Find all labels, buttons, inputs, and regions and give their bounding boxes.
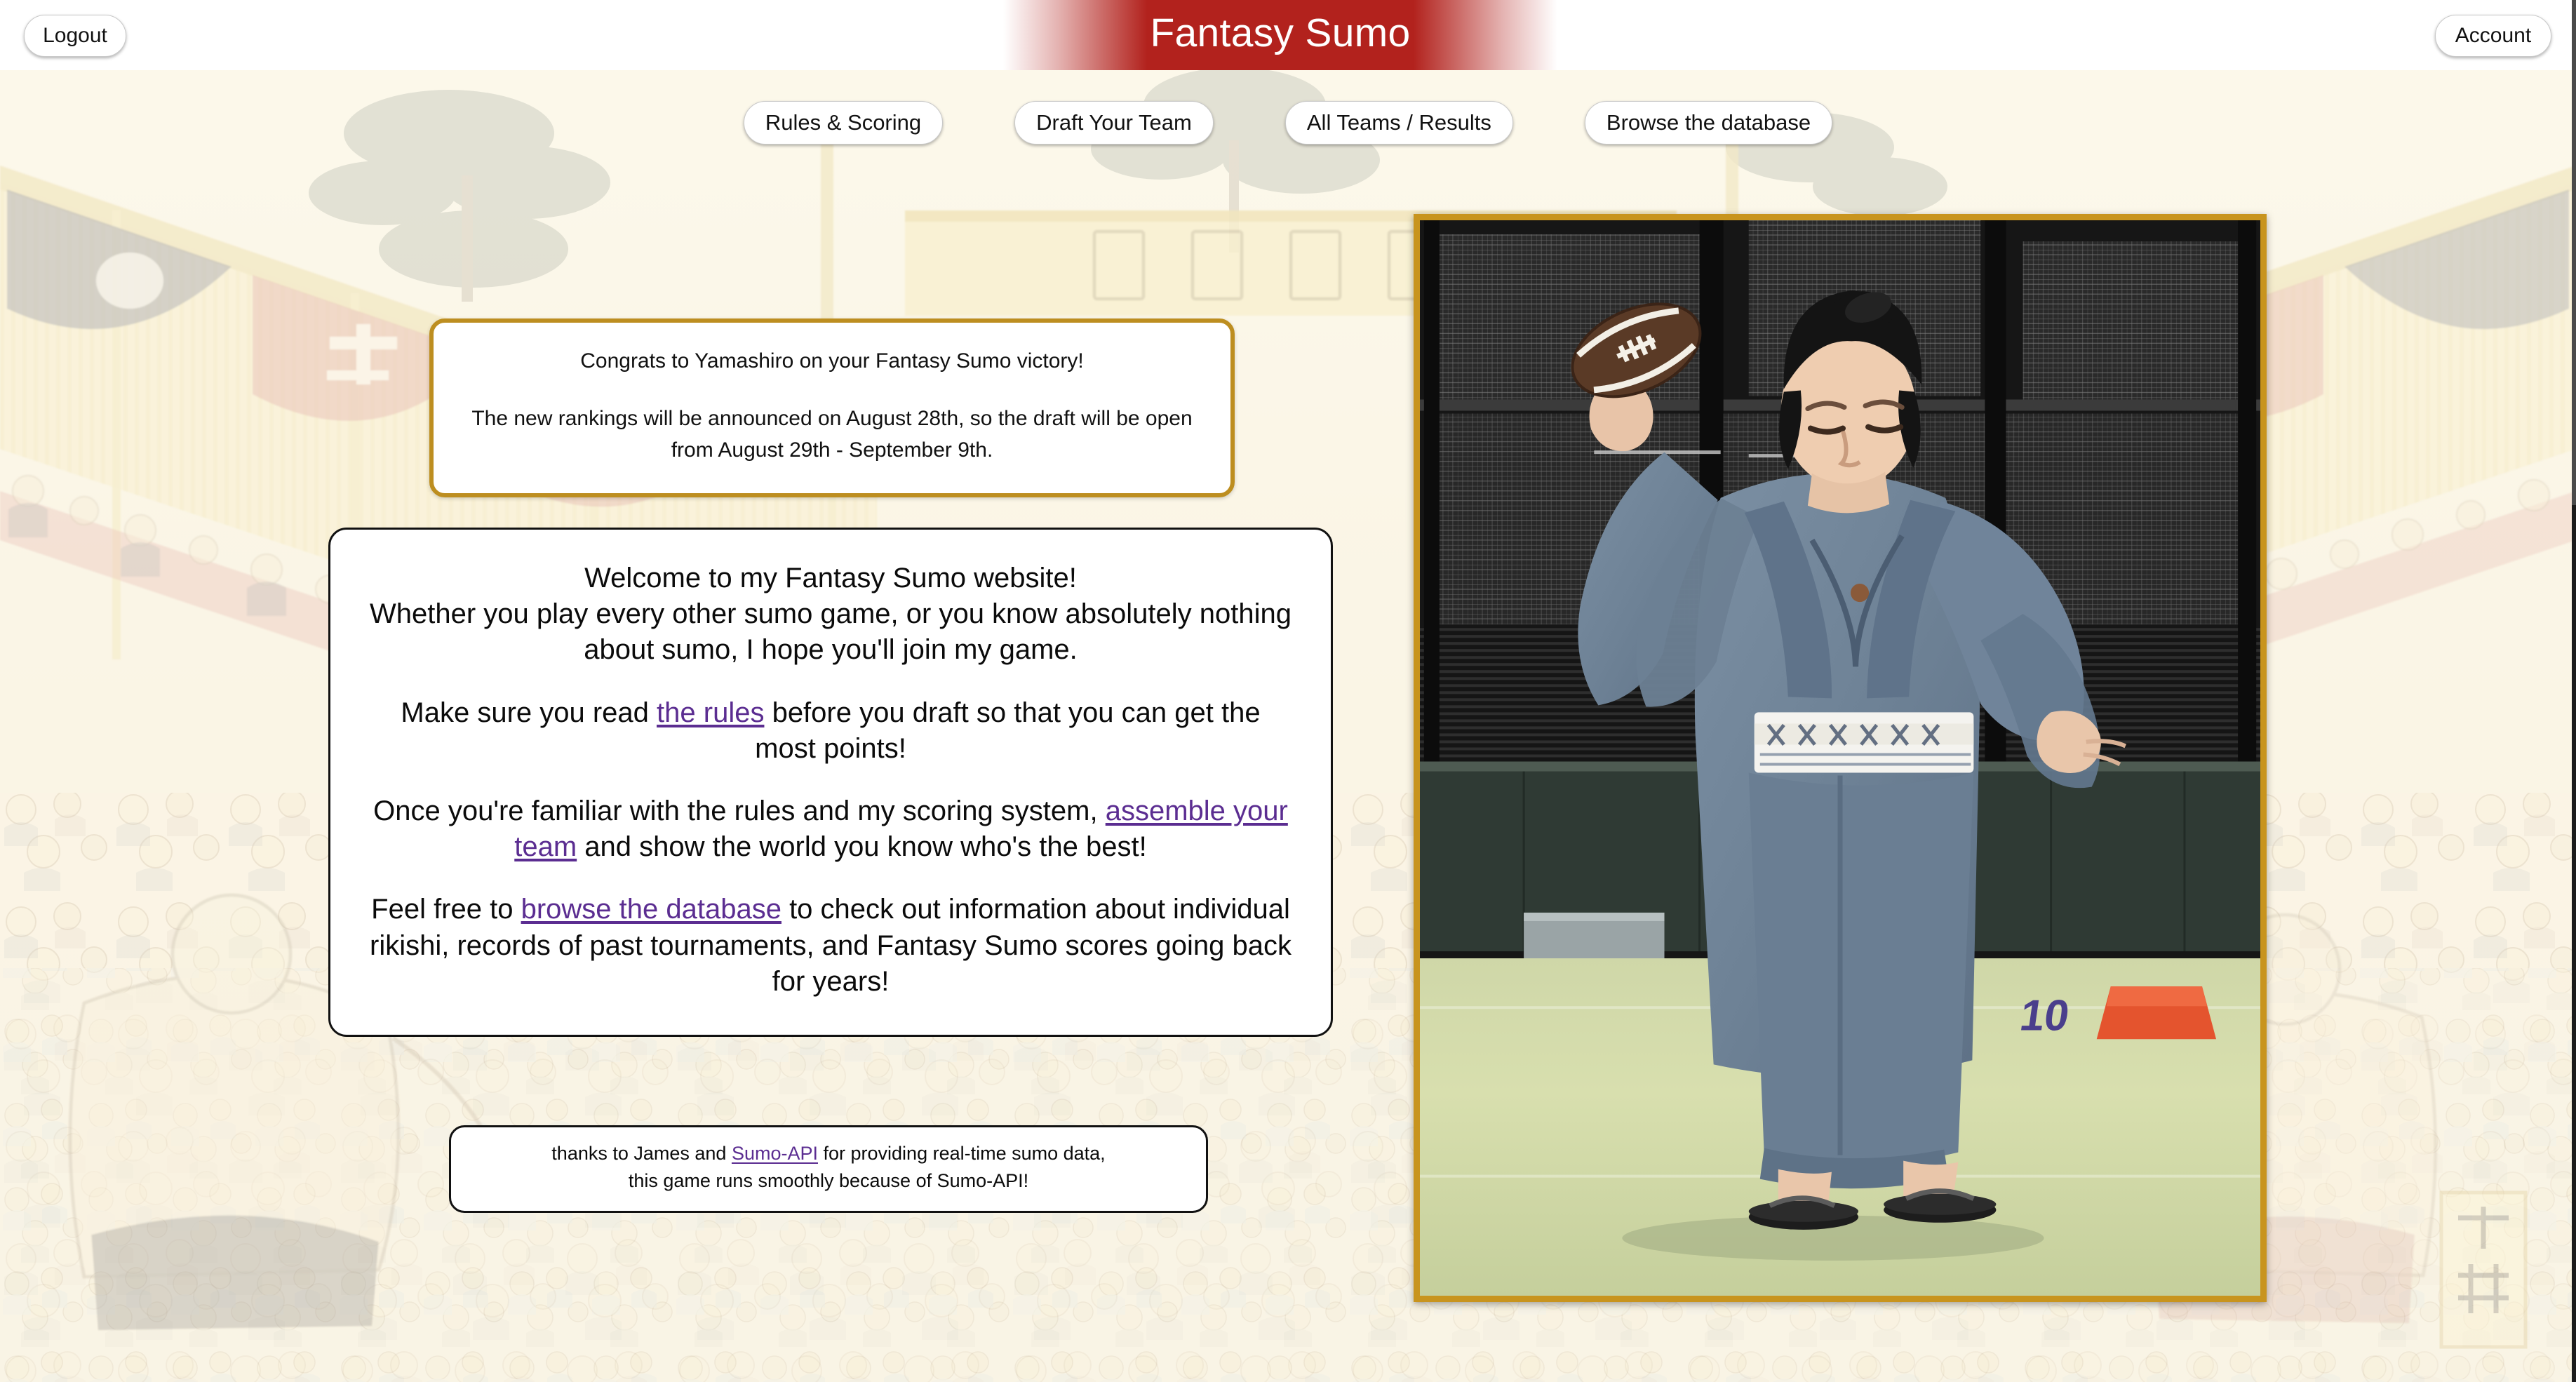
logout-button[interactable]: Logout xyxy=(24,15,126,57)
welcome-intro-line-2: Whether you play every other sumo game, … xyxy=(369,598,1292,666)
assemble-text-after: and show the world you know who's the be… xyxy=(577,831,1147,863)
sumo-api-link[interactable]: Sumo-API xyxy=(732,1143,818,1164)
credit-text-before: thanks to James and xyxy=(551,1143,732,1164)
nav-button-draft-your-team[interactable]: Draft Your Team xyxy=(1014,101,1214,145)
browse-the-database-link[interactable]: browse the database xyxy=(521,894,781,925)
credit-box: thanks to James and Sumo-API for providi… xyxy=(449,1125,1208,1213)
welcome-box: Welcome to my Fantasy Sumo website! Whet… xyxy=(328,528,1333,1037)
database-text-before: Feel free to xyxy=(371,894,521,925)
welcome-intro-paragraph: Welcome to my Fantasy Sumo website! Whet… xyxy=(367,561,1294,669)
rules-text-after: before you draft so that you can get the… xyxy=(755,697,1261,764)
credit-line-2: this game runs smoothly because of Sumo-… xyxy=(628,1170,1029,1192)
main-navigation: Rules & Scoring Draft Your Team All Team… xyxy=(0,101,2576,145)
account-button[interactable]: Account xyxy=(2435,15,2551,57)
credit-text-after: for providing real-time sumo data, xyxy=(818,1143,1106,1164)
rules-paragraph: Make sure you read the rules before you … xyxy=(367,695,1294,767)
announcement-line-1: Congrats to Yamashiro on your Fantasy Su… xyxy=(580,349,1084,373)
rules-text-before: Make sure you read xyxy=(401,697,657,728)
announcement-box: Congrats to Yamashiro on your Fantasy Su… xyxy=(429,318,1235,497)
nav-button-rules-and-scoring[interactable]: Rules & Scoring xyxy=(743,101,944,145)
nav-button-browse-the-database[interactable]: Browse the database xyxy=(1584,101,1833,145)
the-rules-link[interactable]: the rules xyxy=(657,697,764,728)
yard-marker-10: 10 xyxy=(2017,986,2217,1040)
database-paragraph: Feel free to browse the database to chec… xyxy=(367,892,1294,1000)
sumo-football-photo: 10 xyxy=(1414,214,2267,1302)
assemble-text-before: Once you're familiar with the rules and … xyxy=(373,795,1106,826)
site-title-banner: Fantasy Sumo xyxy=(1003,0,1557,70)
page-title: Fantasy Sumo xyxy=(1150,10,1411,55)
welcome-intro-line-1: Welcome to my Fantasy Sumo website! xyxy=(584,563,1077,593)
page-scrollbar-thumb[interactable] xyxy=(2572,0,2576,505)
credit-line-1: thanks to James and Sumo-API for providi… xyxy=(469,1140,1188,1167)
assemble-paragraph: Once you're familiar with the rules and … xyxy=(367,793,1294,865)
yard-marker-label: 10 xyxy=(2017,991,2072,1040)
nav-button-all-teams-results[interactable]: All Teams / Results xyxy=(1284,101,1513,145)
sumo-football-photo-illustration: 10 xyxy=(1420,220,2260,1296)
announcement-line-2: The new rankings will be announced on Au… xyxy=(471,406,1193,462)
